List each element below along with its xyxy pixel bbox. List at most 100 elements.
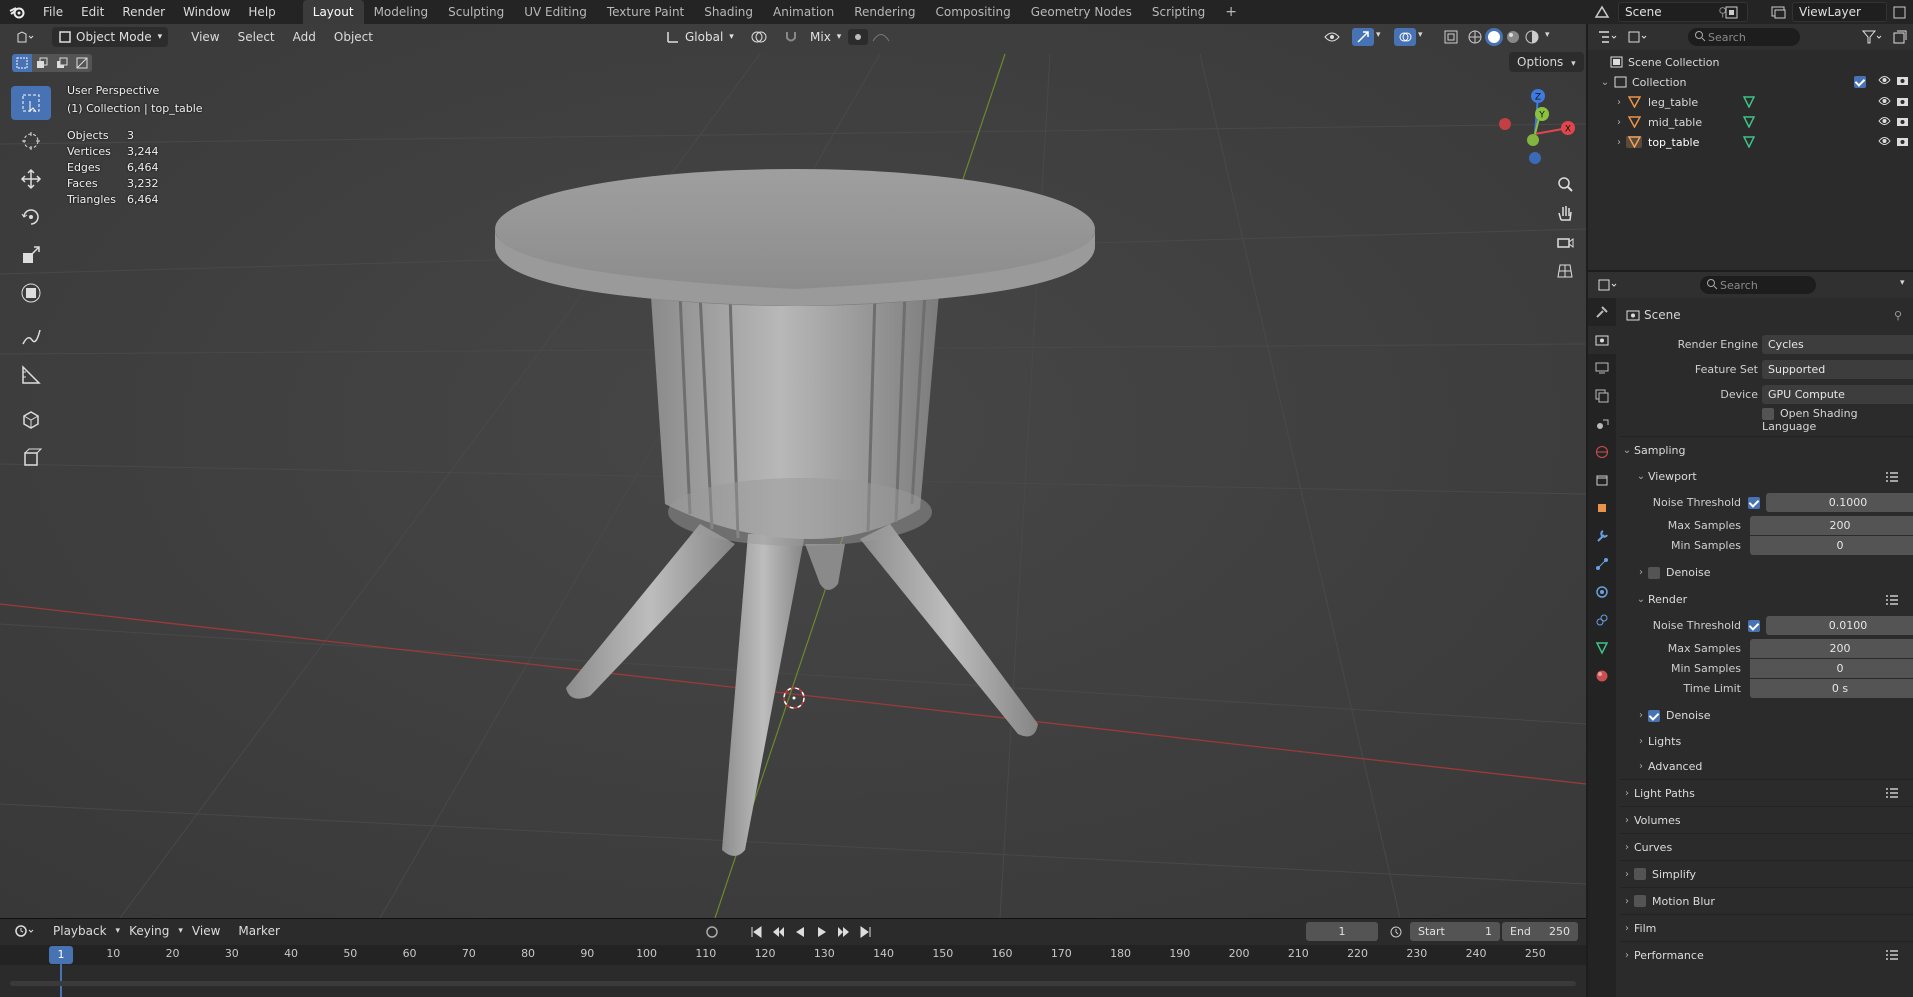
outliner-search-input[interactable]: Search [1688, 28, 1800, 46]
move-tool-button[interactable] [11, 162, 51, 196]
render-engine-dropdown[interactable]: Cycles▾ [1762, 335, 1913, 354]
start-frame-field[interactable]: Start 1 [1410, 922, 1500, 941]
camera-render-icon[interactable] [1896, 116, 1909, 127]
render-subsection-header[interactable]: ⌄ Render [1620, 586, 1913, 613]
options-dropdown[interactable]: Options ▾ [1509, 52, 1584, 72]
performance-section-header[interactable]: › Performance [1620, 941, 1913, 968]
osl-checkbox-box[interactable] [1762, 407, 1774, 420]
new-scene-icon[interactable] [1722, 4, 1740, 20]
workspace-tab-modeling[interactable]: Modeling [364, 0, 439, 24]
tab-collection[interactable] [1588, 466, 1616, 494]
3d-viewport[interactable]: Object Mode ▾ View Select Add Object Glo… [0, 24, 1586, 918]
overlays-toggle-icon[interactable] [1394, 28, 1416, 46]
transform-tool-button[interactable] [11, 276, 51, 310]
blender-logo-icon[interactable] [0, 0, 34, 24]
eye-icon[interactable] [1878, 96, 1891, 106]
tab-object[interactable] [1588, 494, 1616, 522]
device-dropdown[interactable]: GPU Compute▾ [1762, 385, 1913, 404]
proportional-editing-icon[interactable] [848, 29, 868, 45]
pin-icon[interactable]: ⚲ [1894, 309, 1902, 322]
view-layer-icon[interactable] [1768, 3, 1790, 21]
advanced-subsection-header[interactable]: › Advanced [1620, 754, 1913, 779]
render-noise-threshold-field[interactable]: 0.0100 [1766, 616, 1913, 635]
menu-window[interactable]: Window [174, 0, 239, 24]
play-reverse-icon[interactable] [790, 923, 810, 941]
simplify-section-header[interactable]: › Simplify [1620, 860, 1913, 887]
expand-chevron-icon[interactable]: › [1612, 117, 1626, 128]
volumes-section-header[interactable]: › Volumes [1620, 806, 1913, 833]
light-paths-section-header[interactable]: › Light Paths [1620, 779, 1913, 806]
tab-scene[interactable] [1588, 410, 1616, 438]
presets-list-icon[interactable] [1885, 471, 1899, 483]
scene-icon[interactable] [1590, 3, 1614, 21]
tab-tool[interactable] [1588, 298, 1616, 326]
select-extend-icon[interactable] [32, 54, 52, 72]
outliner-object-row[interactable]: › leg_table [1588, 92, 1913, 112]
scene-collection-row[interactable]: Scene Collection [1588, 52, 1913, 72]
workspace-tab-animation[interactable]: Animation [763, 0, 844, 24]
measure-tool-button[interactable] [11, 358, 51, 392]
viewport-subsection-header[interactable]: ⌄ Viewport [1620, 463, 1913, 490]
new-collection-icon[interactable] [1890, 28, 1910, 46]
timeline-menu-view[interactable]: View [183, 924, 229, 938]
workspace-tab-rendering[interactable]: Rendering [844, 0, 925, 24]
rotate-tool-button[interactable] [11, 200, 51, 234]
motion-blur-section-header[interactable]: › Motion Blur [1620, 887, 1913, 914]
workspace-tab-layout[interactable]: Layout [302, 0, 364, 24]
workspace-tab-compositing[interactable]: Compositing [925, 0, 1020, 24]
osl-checkbox[interactable]: Open Shading Language [1762, 407, 1913, 433]
camera-view-icon[interactable] [1550, 228, 1580, 256]
eye-icon[interactable] [1878, 75, 1891, 85]
xray-toggle-icon[interactable] [1440, 28, 1462, 46]
preview-range-icon[interactable] [1386, 923, 1406, 941]
frame-ruler[interactable]: 10 20 30 40 50 60 70 80 90 100 110 120 130 140 150 160 1… [0, 945, 1586, 965]
object-mode-dropdown[interactable]: Object Mode ▾ [52, 27, 169, 47]
viewport-noise-threshold-field[interactable]: 0.1000 [1766, 493, 1913, 512]
workspace-tab-sculpting[interactable]: Sculpting [438, 0, 514, 24]
exclude-checkbox[interactable] [1854, 76, 1866, 88]
camera-render-icon[interactable] [1896, 96, 1909, 107]
snap-mode-dropdown[interactable]: Mix ▾ [804, 27, 847, 47]
properties-editor-type-icon[interactable] [1594, 276, 1624, 294]
presets-list-icon[interactable] [1885, 949, 1899, 961]
add-workspace-button[interactable]: + [1215, 0, 1247, 24]
viewport-denoise-header[interactable]: › Denoise [1620, 559, 1913, 586]
simplify-checkbox[interactable] [1634, 868, 1646, 880]
menu-edit[interactable]: Edit [72, 0, 113, 24]
navigation-gizmo[interactable]: Z Y X [1490, 84, 1580, 174]
curves-section-header[interactable]: › Curves [1620, 833, 1913, 860]
wireframe-shading-icon[interactable] [1466, 28, 1484, 46]
camera-render-icon[interactable] [1896, 136, 1909, 147]
timeline-menu-marker[interactable]: Marker [229, 924, 288, 938]
jump-to-keyframe-back-icon[interactable] [768, 923, 788, 941]
render-denoise-header[interactable]: › Denoise [1620, 702, 1913, 729]
chevron-down-icon[interactable]: ▾ [1376, 30, 1381, 40]
falloff-icon[interactable] [870, 29, 892, 45]
current-frame-field[interactable]: 1 [1306, 922, 1378, 941]
expand-chevron-icon[interactable]: › [1612, 137, 1626, 148]
viewport-min-samples-field[interactable]: 0 [1750, 535, 1913, 555]
tab-data[interactable] [1588, 634, 1616, 662]
camera-render-icon[interactable] [1896, 75, 1909, 86]
film-section-header[interactable]: › Film [1620, 914, 1913, 941]
workspace-tab-geometry-nodes[interactable]: Geometry Nodes [1021, 0, 1142, 24]
render-min-samples-field[interactable]: 0 [1750, 658, 1913, 678]
gizmo-toggle-icon[interactable] [1352, 28, 1374, 46]
new-view-layer-icon[interactable] [1890, 4, 1908, 20]
material-shading-icon[interactable] [1504, 28, 1522, 46]
visibility-icon[interactable] [1318, 28, 1346, 46]
jump-to-end-icon[interactable] [856, 923, 876, 941]
tab-render[interactable] [1588, 326, 1616, 354]
transform-orientation-dropdown[interactable]: Global ▾ [660, 27, 740, 47]
outliner-editor-type-icon[interactable] [1594, 27, 1624, 47]
menu-render[interactable]: Render [113, 0, 174, 24]
motion-blur-checkbox[interactable] [1634, 895, 1646, 907]
add-object-tool-button[interactable] [11, 440, 51, 474]
jump-to-keyframe-forward-icon[interactable] [834, 923, 854, 941]
tab-view-layer[interactable] [1588, 382, 1616, 410]
collection-row[interactable]: ⌄ Collection [1588, 72, 1913, 92]
menu-file[interactable]: File [34, 0, 72, 24]
tab-constraints[interactable] [1588, 606, 1616, 634]
lights-subsection-header[interactable]: › Lights [1620, 729, 1913, 754]
select-new-icon[interactable] [12, 54, 32, 72]
